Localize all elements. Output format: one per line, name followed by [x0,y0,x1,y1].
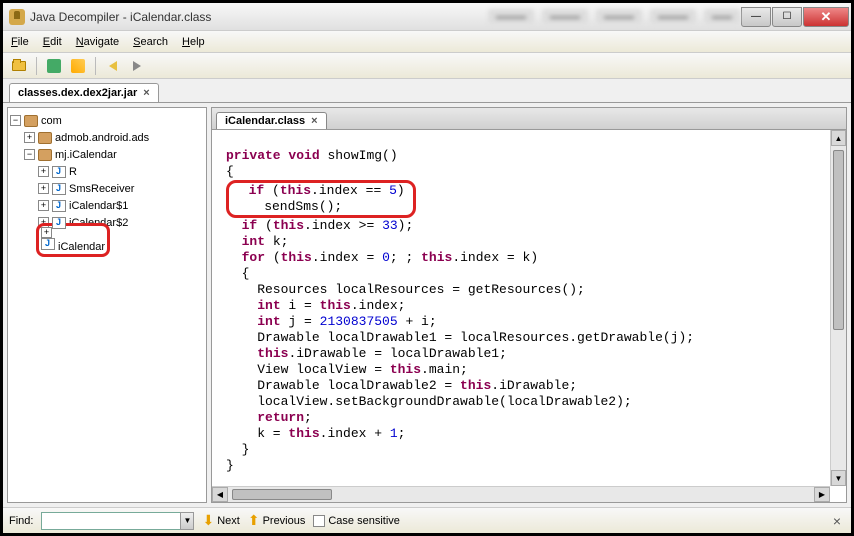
nav-forward-button[interactable] [127,56,147,76]
editor-tab[interactable]: iCalendar.class × [216,112,327,129]
menu-help[interactable]: Help [182,36,205,48]
maximize-button[interactable]: ☐ [772,7,802,27]
package-tree[interactable]: − com + admob.android.ads − mj.iCalendar + R… [7,107,207,503]
code-content: private void showImg() { if (this.index … [212,130,846,492]
file-tab-label: classes.dex.dex2jar.jar [18,87,137,99]
file-tab[interactable]: classes.dex.dex2jar.jar × [9,83,159,102]
checkbox-icon [313,515,325,527]
editor-tab-label: iCalendar.class [225,115,305,127]
tree-cls-ical[interactable]: iCalendar [58,241,105,253]
class-icon [52,183,66,195]
app-icon [9,9,25,25]
menubar: File Edit Navigate Search Help [3,31,851,53]
open-button[interactable] [9,56,29,76]
expand-icon[interactable]: + [41,227,52,238]
collapse-icon[interactable]: − [10,115,21,126]
find-label: Find: [9,515,33,527]
close-icon[interactable]: × [311,115,317,127]
editor-tab-bar: iCalendar.class × [212,108,846,130]
package-icon [24,115,38,127]
file-tab-bar: classes.dex.dex2jar.jar × [3,79,851,103]
find-bar: Find: ▼ ⬇Next ⬆Previous Case sensitive × [3,507,851,533]
tree-cls-ical1[interactable]: iCalendar$1 [69,200,128,212]
tree-cls-sms[interactable]: SmsReceiver [69,183,134,195]
scroll-left-icon[interactable]: ◀ [212,487,228,502]
find-prev-button[interactable]: ⬆Previous [248,512,306,529]
menu-navigate[interactable]: Navigate [76,36,119,48]
toolbar [3,53,851,79]
scroll-thumb[interactable] [833,150,844,330]
expand-icon[interactable]: + [24,132,35,143]
case-sensitive-checkbox[interactable]: Case sensitive [313,515,400,527]
find-input[interactable] [41,512,181,530]
highlight-box: + iCalendar [36,223,110,257]
menu-search[interactable]: Search [133,36,168,48]
tree-cls-r[interactable]: R [69,166,77,178]
background-tabs: ▬▬▬▬▬▬▬▬▬▬▬▬▬▬ [488,9,740,24]
expand-icon[interactable]: + [38,183,49,194]
wand-button[interactable] [68,56,88,76]
find-close-button[interactable]: × [829,513,845,529]
package-icon [38,132,52,144]
dropdown-icon[interactable]: ▼ [180,512,194,530]
nav-back-button[interactable] [103,56,123,76]
arrow-up-icon: ⬆ [248,512,260,529]
expand-icon[interactable]: + [38,166,49,177]
vertical-scrollbar[interactable]: ▲ ▼ [830,130,846,486]
scroll-thumb[interactable] [232,489,332,500]
class-icon [52,217,66,229]
class-icon [52,200,66,212]
tree-pkg-mj[interactable]: mj.iCalendar [55,149,117,161]
collapse-icon[interactable]: − [24,149,35,160]
close-icon[interactable]: × [143,87,149,99]
editor-panel: iCalendar.class × private void showImg()… [211,107,847,503]
minimize-button[interactable]: — [741,7,771,27]
highlight-box: if (this.index == 5) sendSms(); [226,180,416,218]
code-editor[interactable]: private void showImg() { if (this.index … [212,130,846,502]
menu-file[interactable]: File [11,36,29,48]
save-button[interactable] [44,56,64,76]
class-icon [41,238,55,250]
close-button[interactable]: ✕ [803,7,849,27]
tree-pkg-com[interactable]: com [41,115,62,127]
tree-pkg-admob[interactable]: admob.android.ads [55,132,149,144]
class-icon [52,166,66,178]
scroll-up-icon[interactable]: ▲ [831,130,846,146]
scroll-down-icon[interactable]: ▼ [831,470,846,486]
arrow-down-icon: ⬇ [202,512,214,529]
find-next-button[interactable]: ⬇Next [202,512,239,529]
package-icon [38,149,52,161]
expand-icon[interactable]: + [38,200,49,211]
scroll-right-icon[interactable]: ▶ [814,487,830,502]
window-title: Java Decompiler - iCalendar.class [30,10,348,24]
titlebar: Java Decompiler - iCalendar.class ▬▬▬▬▬▬… [3,3,851,31]
horizontal-scrollbar[interactable]: ◀ ▶ [212,486,830,502]
menu-edit[interactable]: Edit [43,36,62,48]
